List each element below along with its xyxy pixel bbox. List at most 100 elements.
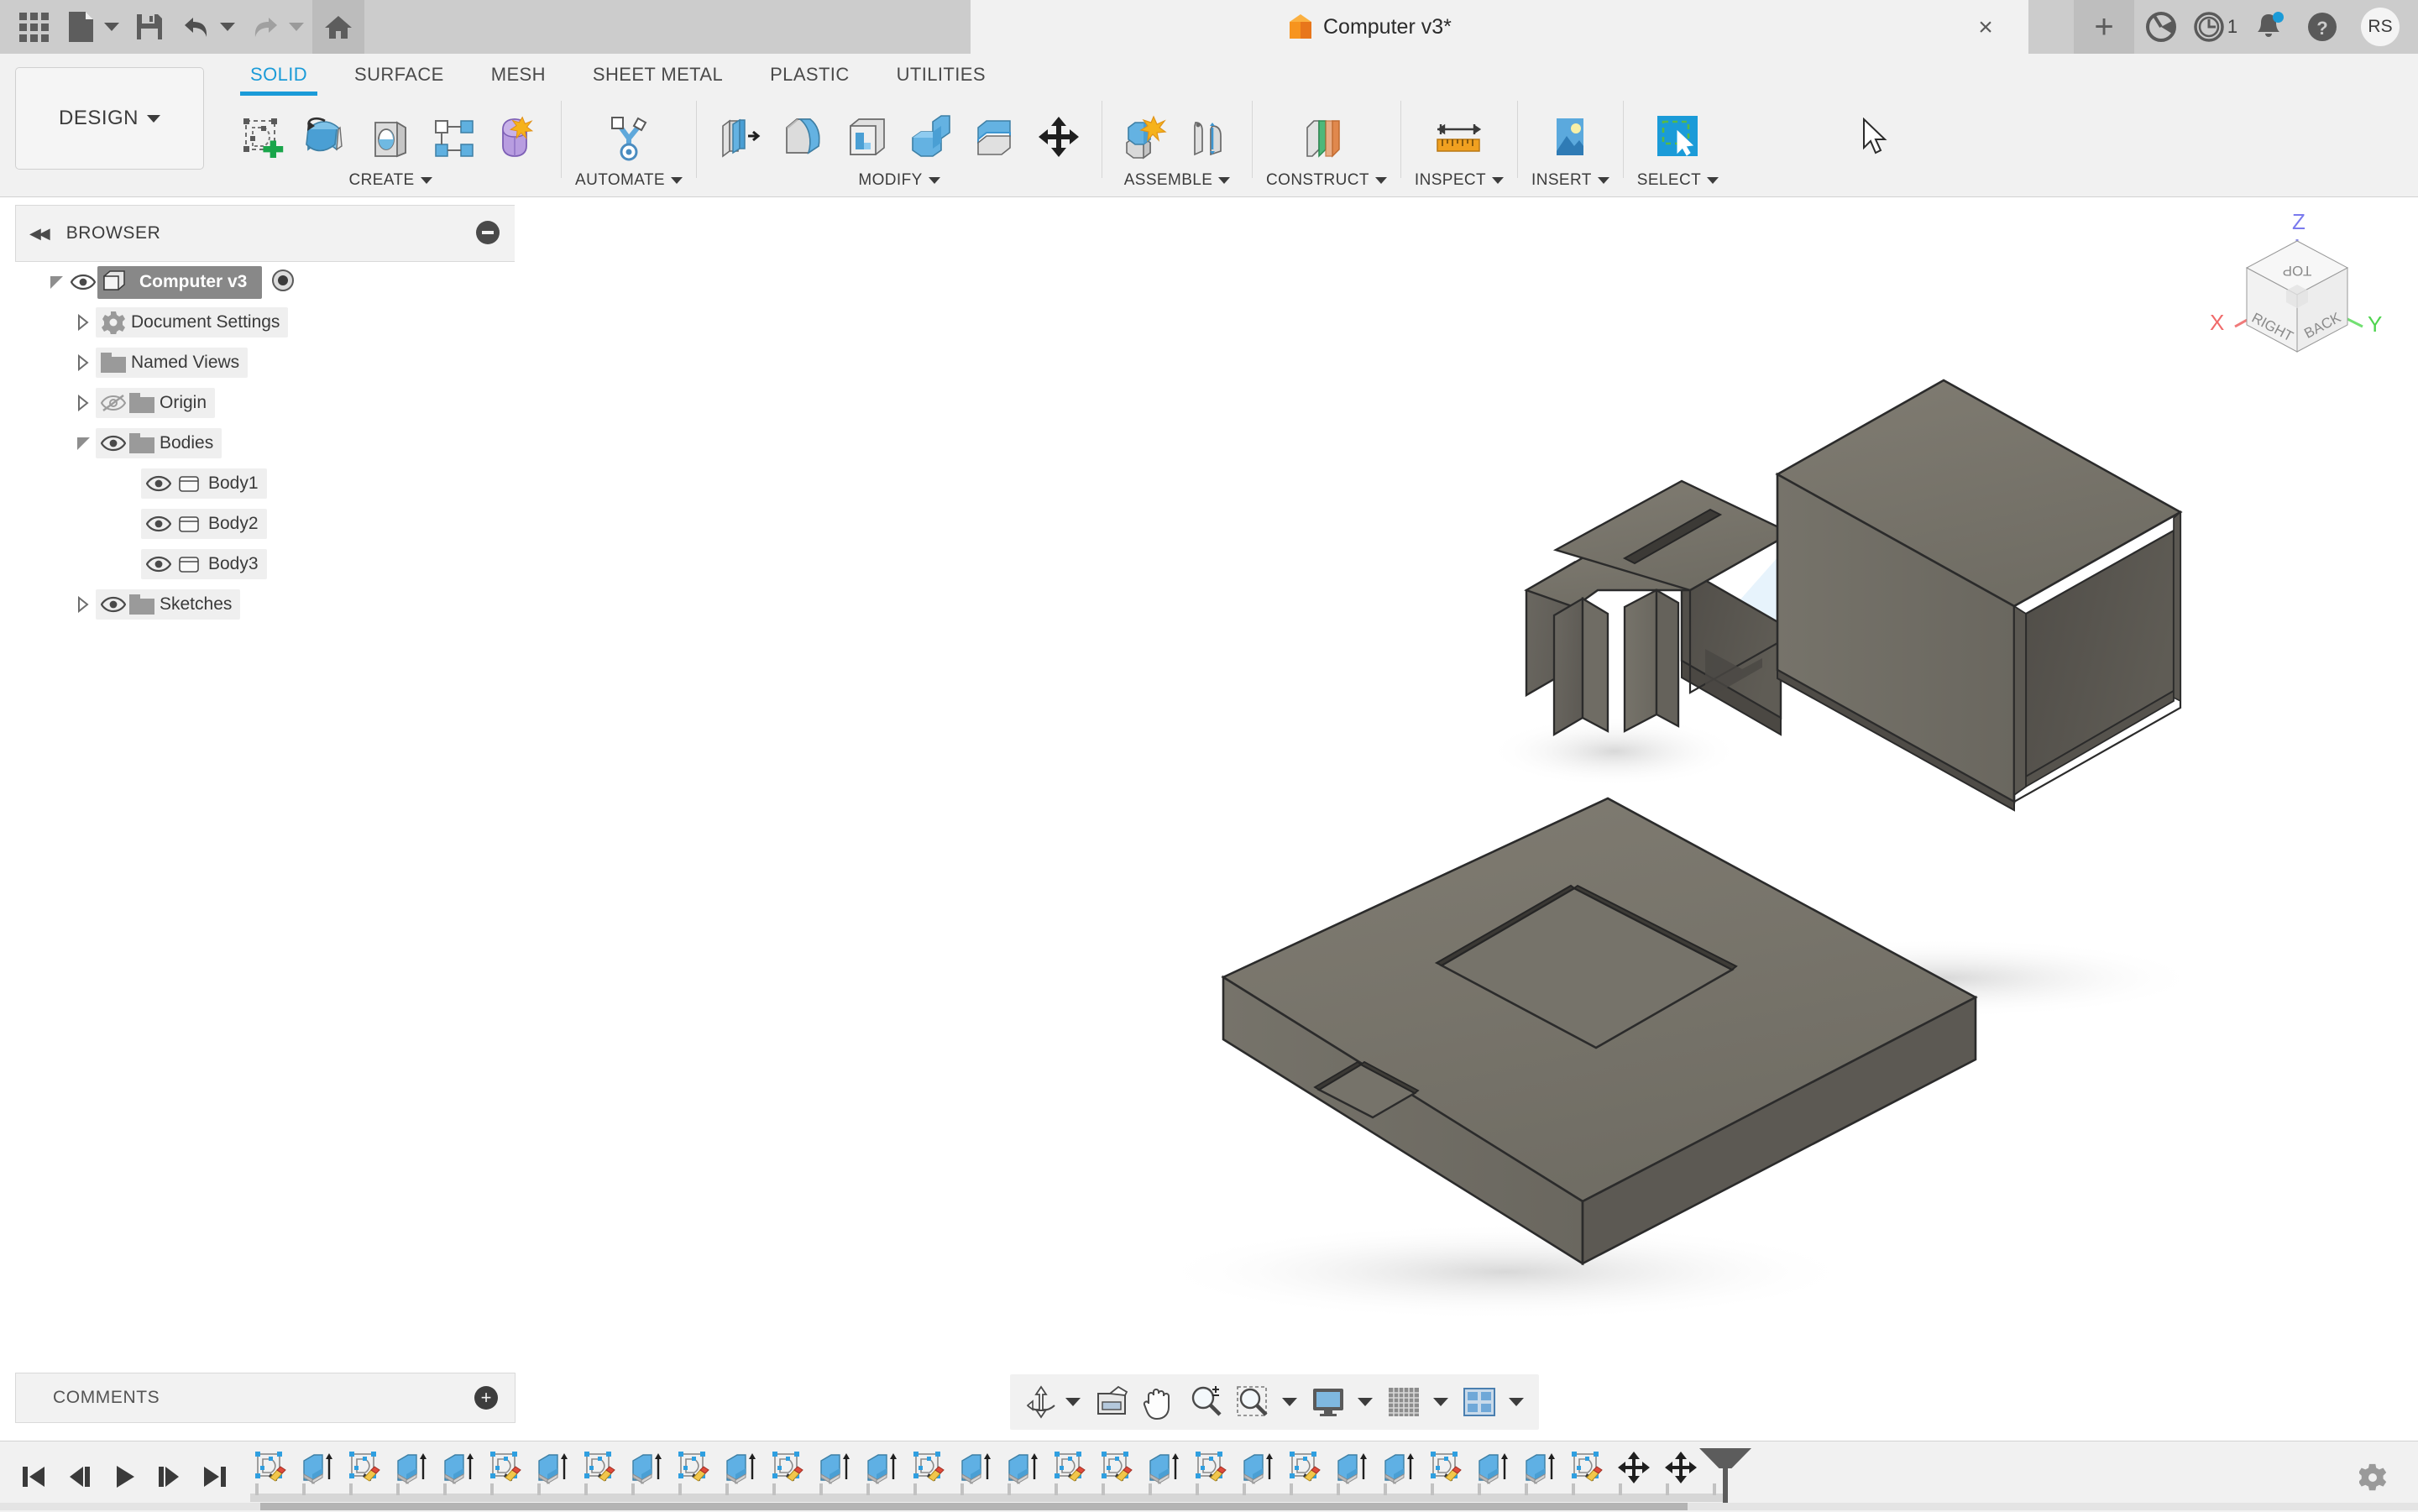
twisty-closed-icon[interactable] [71,596,96,613]
new-document-icon[interactable] [59,5,102,49]
shell-icon[interactable] [838,107,897,168]
viewports-icon[interactable] [1457,1379,1502,1426]
measure-icon[interactable] [1430,107,1489,168]
timeline-feature-sketch[interactable] [576,1447,623,1488]
skip-to-end-icon[interactable] [196,1452,233,1502]
timeline-feature-sketch[interactable] [764,1447,811,1488]
new-tab-button[interactable]: + [2074,0,2134,54]
automate-icon[interactable] [599,107,658,168]
timeline-feature-extrude[interactable] [388,1447,435,1488]
timeline-track[interactable] [240,1441,2191,1512]
model-geometry[interactable] [515,197,2418,1355]
select-window-icon[interactable] [1648,107,1707,168]
visibility-eye-icon[interactable] [69,274,97,290]
timeline-feature-extrude[interactable] [999,1447,1046,1488]
timeline-feature-extrude[interactable] [1375,1447,1422,1488]
timeline-feature-extrude[interactable] [1328,1447,1375,1488]
timeline-feature-sketch[interactable] [1422,1447,1469,1488]
settings-gear-icon[interactable] [2358,1463,2388,1496]
timeline-feature-extrude[interactable] [435,1447,482,1488]
pan-icon[interactable] [1136,1379,1181,1426]
timeline-feature-sketch[interactable] [670,1447,717,1488]
comments-panel[interactable]: COMMENTS + [15,1373,516,1423]
timeline-feature-extrude[interactable] [294,1447,341,1488]
orbit-icon[interactable] [1018,1379,1064,1426]
tab-sheet-metal[interactable]: SHEET METAL [569,54,746,96]
twisty-open-icon[interactable] [44,275,69,289]
skip-to-start-icon[interactable] [15,1452,52,1502]
tree-item-bodies[interactable]: Bodies [15,423,514,463]
timeline-feature-extrude[interactable] [1234,1447,1281,1488]
new-component-icon[interactable] [1116,107,1175,168]
visibility-eye-icon[interactable] [144,515,173,532]
view-cube[interactable]: Z X Y TOP RIGHT BACK [2201,204,2394,364]
timeline-feature-extrude[interactable] [1516,1447,1563,1488]
tree-root-chip[interactable]: Computer v3 [97,265,263,299]
display-dropdown-caret[interactable] [1358,1398,1373,1406]
body3-geometry[interactable] [1153,797,1978,1321]
zoom-window-icon[interactable] [1230,1379,1275,1426]
visibility-hidden-icon[interactable] [99,394,128,412]
ribbon-group-assemble-label[interactable]: ASSEMBLE [1124,171,1231,190]
document-tab[interactable]: Computer v3* × [971,0,2028,54]
timeline-feature-sketch[interactable] [247,1447,294,1488]
3d-viewport[interactable]: Z X Y TOP RIGHT BACK [515,197,2418,1355]
insert-image-icon[interactable] [1541,107,1599,168]
visibility-eye-icon[interactable] [99,435,128,452]
timeline-feature-sketch[interactable] [482,1447,529,1488]
timeline-feature-move[interactable] [1657,1447,1704,1488]
timeline-feature-extrude[interactable] [717,1447,764,1488]
save-icon[interactable] [128,5,171,49]
ribbon-group-construct-label[interactable]: CONSTRUCT [1266,171,1387,190]
tree-item-body1[interactable]: Body1 [15,463,514,504]
combine-icon[interactable] [902,107,960,168]
twisty-closed-icon[interactable] [71,395,96,411]
timeline-feature-sketch[interactable] [1093,1447,1140,1488]
timeline-feature-extrude[interactable] [952,1447,999,1488]
press-pull-icon[interactable] [710,107,769,168]
timeline-feature-sketch[interactable] [1281,1447,1328,1488]
tree-item-body3[interactable]: Body3 [15,544,514,584]
collapse-panel-icon[interactable]: ◀◀ [29,225,50,243]
play-icon[interactable] [106,1452,143,1502]
orbit-dropdown-caret[interactable] [1065,1398,1081,1406]
redo-icon[interactable] [243,5,287,49]
viewports-dropdown-caret[interactable] [1509,1398,1524,1406]
timeline-feature-extrude[interactable] [811,1447,858,1488]
tree-item-named-views[interactable]: Named Views [15,343,514,383]
ribbon-group-insert-label[interactable]: INSERT [1531,171,1609,190]
tab-mesh[interactable]: MESH [468,54,569,96]
timeline-feature-extrude[interactable] [529,1447,576,1488]
timeline-feature-extrude[interactable] [858,1447,905,1488]
step-forward-icon[interactable] [151,1452,188,1502]
redo-dropdown-caret[interactable] [289,23,304,31]
activate-component-radio[interactable] [270,268,296,297]
app-grid-icon[interactable] [12,5,55,49]
add-comment-icon[interactable]: + [474,1386,498,1410]
tab-solid[interactable]: SOLID [227,54,331,96]
timeline-feature-sketch[interactable] [1187,1447,1234,1488]
workspace-switcher[interactable]: DESIGN [15,67,204,170]
extension-icon[interactable] [2134,0,2188,54]
tree-item-document-settings[interactable]: Document Settings [15,302,514,343]
close-icon[interactable]: × [1973,15,1998,40]
twisty-open-icon[interactable] [71,437,96,450]
tab-utilities[interactable]: UTILITIES [873,54,1009,96]
offset-plane-icon[interactable] [1297,107,1356,168]
ribbon-group-create-label[interactable]: CREATE [348,171,432,190]
timeline-feature-extrude[interactable] [1469,1447,1516,1488]
grid-dropdown-caret[interactable] [1433,1398,1448,1406]
minimize-icon[interactable] [476,221,500,244]
create-form-icon[interactable] [489,107,547,168]
timeline-feature-extrude[interactable] [1140,1447,1187,1488]
avatar[interactable]: RS [2361,8,2400,46]
timeline-feature-sketch[interactable] [1563,1447,1610,1488]
timeline-feature-extrude[interactable] [623,1447,670,1488]
timeline-playhead[interactable] [1723,1448,1728,1504]
help-icon[interactable]: ? [2295,0,2349,54]
undo-icon[interactable] [175,5,218,49]
timeline-feature-sketch[interactable] [905,1447,952,1488]
ribbon-group-inspect-label[interactable]: INSPECT [1415,171,1505,190]
notifications-icon[interactable] [2242,0,2295,54]
visibility-eye-icon[interactable] [144,556,173,573]
